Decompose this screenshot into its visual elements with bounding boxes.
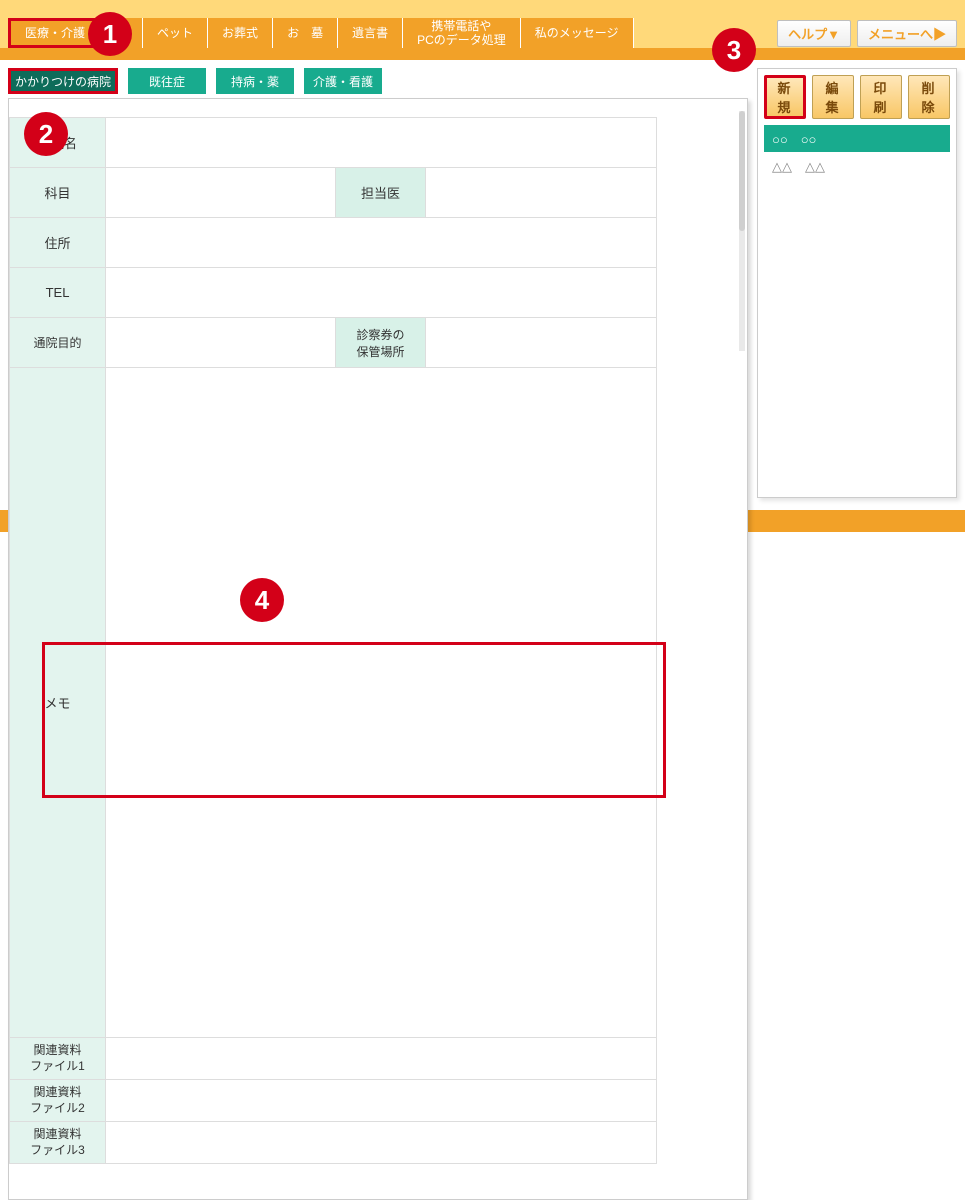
field-hospital-name[interactable] [106, 118, 657, 168]
label-file3: 関連資料 ファイル3 [10, 1122, 106, 1164]
top-toolbar: 医療・介護 療 ペット お葬式 お 墓 遺言書 携帯電話や PCのデータ処理 私… [0, 0, 965, 60]
callout-4: 4 [240, 578, 284, 622]
list-item[interactable]: ○○ ○○ [764, 125, 950, 152]
field-doctor[interactable] [426, 168, 657, 218]
main-tab-grave[interactable]: お 墓 [273, 18, 338, 48]
subtab-history[interactable]: 既往症 [128, 68, 206, 94]
main-tab-pet[interactable]: ペット [143, 18, 208, 48]
main-tab-funeral[interactable]: お葬式 [208, 18, 273, 48]
field-purpose[interactable] [106, 318, 336, 368]
side-panel: 新規 編集 印刷 削除 ○○ ○○ △△ △△ [757, 68, 957, 498]
field-tel[interactable] [106, 268, 657, 318]
field-file3[interactable] [106, 1122, 657, 1164]
label-file1: 関連資料 ファイル1 [10, 1038, 106, 1080]
label-address: 住所 [10, 218, 106, 268]
label-tel: TEL [10, 268, 106, 318]
main-tab-devices[interactable]: 携帯電話や PCのデータ処理 [403, 18, 521, 48]
label-department: 科目 [10, 168, 106, 218]
scrollbar[interactable] [739, 111, 745, 351]
main-tab-will[interactable]: 遺言書 [338, 18, 403, 48]
menu-button[interactable]: メニューへ▶ [857, 20, 957, 47]
label-file2: 関連資料 ファイル2 [10, 1080, 106, 1122]
record-list: ○○ ○○ △△ △△ [764, 125, 950, 179]
edit-button[interactable]: 編集 [812, 75, 854, 119]
delete-button[interactable]: 削除 [908, 75, 950, 119]
callout-2: 2 [24, 112, 68, 156]
callout-1: 1 [88, 12, 132, 56]
list-item[interactable]: △△ △△ [764, 152, 950, 179]
label-doctor: 担当医 [336, 168, 426, 218]
main-tab-mymessage[interactable]: 私のメッセージ [521, 18, 634, 48]
field-card-location[interactable] [426, 318, 657, 368]
new-button[interactable]: 新規 [764, 75, 806, 119]
subtab-nursing[interactable]: 介護・看護 [304, 68, 382, 94]
help-button[interactable]: ヘルプ▼ [777, 20, 851, 47]
field-file2[interactable] [106, 1080, 657, 1122]
field-file1[interactable] [106, 1038, 657, 1080]
subtab-medicine[interactable]: 持病・薬 [216, 68, 294, 94]
label-card-location: 診察券の 保管場所 [336, 318, 426, 368]
print-button[interactable]: 印刷 [860, 75, 902, 119]
callout-3: 3 [712, 28, 756, 72]
field-department[interactable] [106, 168, 336, 218]
highlight-memo [42, 642, 666, 798]
subtab-hospital[interactable]: かかりつけの病院 [8, 68, 118, 94]
field-address[interactable] [106, 218, 657, 268]
label-purpose: 通院目的 [10, 318, 106, 368]
